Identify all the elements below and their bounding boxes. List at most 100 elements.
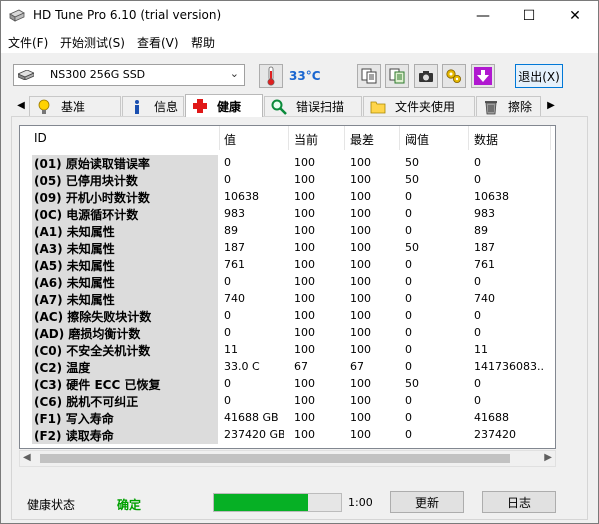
menu-help[interactable]: 帮助	[191, 34, 215, 51]
temperature-button[interactable]	[259, 64, 283, 88]
header-divider	[219, 126, 220, 150]
tab-label: 错误扫描	[296, 100, 345, 114]
caret-left-icon: ◀	[17, 99, 25, 111]
cell-current: 100	[294, 207, 315, 220]
log-button[interactable]: 日志	[482, 491, 556, 513]
minimize-button[interactable]: —	[460, 1, 506, 31]
cell-id: (AD) 磨损均衡计数	[34, 327, 141, 341]
table-row[interactable]: (A1) 未知属性 89 100 100 0 89	[20, 223, 555, 240]
table-row[interactable]: (A5) 未知属性 761 100 100 0 761	[20, 257, 555, 274]
tab-info[interactable]: 信息	[122, 96, 184, 116]
header-current[interactable]: 当前	[294, 131, 318, 148]
camera-icon	[419, 71, 433, 82]
scroll-left-icon[interactable]: ◀	[23, 452, 31, 463]
tab-scroll-right[interactable]: ▶	[543, 94, 559, 116]
cell-worst: 100	[350, 411, 371, 424]
cell-threshold: 0	[405, 224, 412, 237]
hard-disk-icon	[9, 9, 25, 22]
tab-erase[interactable]: 擦除	[476, 96, 541, 116]
table-row[interactable]: (C2) 温度 33.0 C 67 67 0 141736083...	[20, 359, 555, 376]
maximize-icon: ☐	[522, 8, 536, 24]
copy-icon	[361, 68, 377, 84]
close-button[interactable]: ✕	[552, 1, 598, 31]
table-row[interactable]: (0C) 电源循环计数 983 100 100 0 983	[20, 206, 555, 223]
tab-scroll-left[interactable]: ◀	[13, 94, 29, 116]
table-row[interactable]: (C0) 不安全关机计数 11 100 100 0 11	[20, 342, 555, 359]
cell-id: (A7) 未知属性	[34, 293, 115, 307]
table-row[interactable]: (AC) 擦除失败块计数 0 100 100 0 0	[20, 308, 555, 325]
header-value[interactable]: 值	[224, 131, 236, 148]
cell-data: 10638	[474, 190, 509, 203]
tab-folder-usage[interactable]: 文件夹使用	[363, 96, 475, 116]
save-button[interactable]	[471, 64, 495, 88]
header-divider	[468, 126, 469, 150]
tab-health[interactable]: 健康	[185, 94, 263, 117]
exit-button[interactable]: 退出(X)	[515, 64, 563, 88]
drive-select[interactable]: NS300 256G SSD ⌄	[13, 64, 245, 86]
update-button[interactable]: 更新	[390, 491, 464, 513]
cell-current: 100	[294, 224, 315, 237]
table-row[interactable]: (A6) 未知属性 0 100 100 0 0	[20, 274, 555, 291]
cell-data: 740	[474, 292, 495, 305]
table-row[interactable]: (C6) 脱机不可纠正 0 100 100 0 0	[20, 393, 555, 410]
horizontal-scrollbar[interactable]: ◀ ▶	[19, 450, 556, 467]
screenshot-button[interactable]	[414, 64, 438, 88]
menu-file[interactable]: 文件(F)	[8, 34, 48, 51]
cell-threshold: 0	[405, 190, 412, 203]
cell-worst: 100	[350, 156, 371, 169]
cell-worst: 100	[350, 326, 371, 339]
cell-id: (A6) 未知属性	[34, 276, 115, 290]
menu-view[interactable]: 查看(V)	[137, 34, 179, 51]
cell-id: (C0) 不安全关机计数	[34, 344, 151, 358]
table-row[interactable]: (A3) 未知属性 187 100 100 50 187	[20, 240, 555, 257]
cell-value: 89	[224, 224, 238, 237]
app-window: HD Tune Pro 6.10 (trial version) — ☐ ✕ 文…	[0, 0, 599, 524]
cell-current: 100	[294, 190, 315, 203]
cell-value: 983	[224, 207, 245, 220]
header-worst[interactable]: 最差	[350, 131, 374, 148]
cell-worst: 100	[350, 428, 371, 441]
table-row[interactable]: (A7) 未知属性 740 100 100 0 740	[20, 291, 555, 308]
cell-data: 0	[474, 326, 481, 339]
maximize-button[interactable]: ☐	[506, 1, 552, 31]
menu-start-test[interactable]: 开始测试(S)	[60, 34, 125, 51]
table-row[interactable]: (05) 已停用块计数 0 100 100 50 0	[20, 172, 555, 189]
cell-id: (AC) 擦除失败块计数	[34, 310, 152, 324]
header-data[interactable]: 数据	[474, 131, 498, 148]
header-threshold[interactable]: 阈值	[405, 131, 429, 148]
options-button[interactable]	[442, 64, 466, 88]
tab-label: 擦除	[508, 100, 533, 114]
table-row[interactable]: (F2) 读取寿命 237420 GB 100 100 0 237420	[20, 427, 555, 444]
tab-error-scan[interactable]: 错误扫描	[264, 96, 362, 116]
progress-fill	[214, 494, 308, 511]
copy-all-button[interactable]	[385, 64, 409, 88]
cell-threshold: 0	[405, 292, 412, 305]
cell-value: 0	[224, 309, 231, 322]
cell-id: (A1) 未知属性	[34, 225, 115, 239]
cell-worst: 100	[350, 309, 371, 322]
table-row[interactable]: (C3) 硬件 ECC 已恢复 0 100 100 50 0	[20, 376, 555, 393]
table-row[interactable]: (F1) 写入寿命 41688 GB 100 100 0 41688	[20, 410, 555, 427]
cell-id: (C2) 温度	[34, 361, 91, 375]
scrollbar-thumb[interactable]	[40, 454, 510, 463]
cell-id: (05) 已停用块计数	[34, 174, 138, 188]
table-row[interactable]: (AD) 磨损均衡计数 0 100 100 0 0	[20, 325, 555, 342]
cell-current: 100	[294, 411, 315, 424]
copy-all-icon	[389, 68, 405, 84]
table-row[interactable]: (01) 原始读取错误率 0 100 100 50 0	[20, 155, 555, 172]
header-divider	[344, 126, 345, 150]
tab-benchmark[interactable]: 基准	[29, 96, 121, 116]
cell-worst: 100	[350, 394, 371, 407]
progress-bar	[213, 493, 342, 512]
copy-text-button[interactable]	[357, 64, 381, 88]
cell-value: 740	[224, 292, 245, 305]
table-row[interactable]: (09) 开机小时数计数 10638 100 100 0 10638	[20, 189, 555, 206]
chevron-down-icon: ⌄	[229, 67, 239, 80]
cell-value: 33.0 C	[224, 360, 260, 373]
tab-label: 基准	[61, 100, 86, 114]
cell-value: 761	[224, 258, 245, 271]
cell-data: 187	[474, 241, 495, 254]
cell-current: 100	[294, 309, 315, 322]
scroll-right-icon[interactable]: ▶	[544, 452, 552, 463]
header-id[interactable]: ID	[34, 131, 47, 145]
